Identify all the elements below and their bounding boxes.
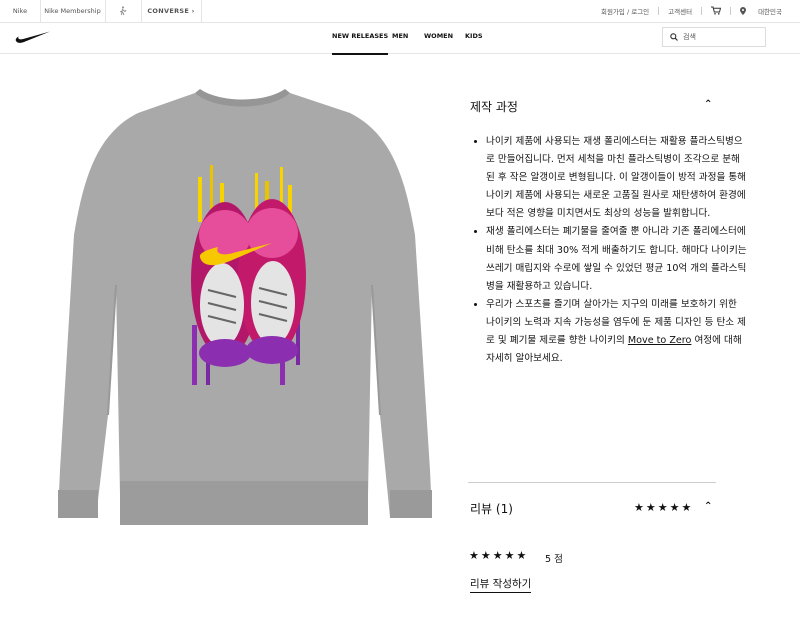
utility-bar: Nike Nike Membership CONVERSE › 회원가입 / 로… xyxy=(0,0,800,23)
move-to-zero-link[interactable]: Move to Zero xyxy=(628,335,692,346)
region-selector[interactable]: 대한민국 xyxy=(731,6,800,16)
review-rating-stars: ★★★★★ xyxy=(469,549,529,562)
converse-star-icon: › xyxy=(189,7,195,15)
reviews-header-stars: ★★★★★ xyxy=(634,501,694,514)
reviews-chevron-up-icon[interactable]: ⌃ xyxy=(704,501,712,512)
list-item: 재생 폴리에스터는 폐기물을 줄여줄 뿐 아니라 기존 폴리에스터에 비해 탄소… xyxy=(486,223,748,295)
brand-link-nike[interactable]: Nike xyxy=(0,0,41,22)
nav-kids[interactable]: KIDS xyxy=(465,22,483,53)
review-score: 5 점 xyxy=(545,554,563,565)
list-item: 나이키 제품에 사용되는 재생 폴리에스터는 재활용 플라스틱병으로 만들어집니… xyxy=(486,133,748,223)
reviews-section-title[interactable]: 리뷰 (1) xyxy=(470,500,513,517)
location-pin-icon xyxy=(740,7,747,15)
search-input[interactable]: 검색 xyxy=(662,27,766,47)
manufacturing-bullets: 나이키 제품에 사용되는 재생 폴리에스터는 재활용 플라스틱병으로 만들어집니… xyxy=(468,133,748,368)
divider xyxy=(468,482,716,483)
nike-swoosh-logo[interactable] xyxy=(15,30,51,44)
search-icon xyxy=(670,33,678,41)
list-item: 우리가 스포츠를 즐기며 살아가는 지구의 미래를 보호하기 위한 나이키의 노… xyxy=(486,296,748,368)
nav-women[interactable]: WOMEN xyxy=(424,22,453,53)
join-login-link[interactable]: 회원가입 / 로그인 xyxy=(592,6,658,16)
main-navigation: NEW RELEASES MEN WOMEN KIDS 검색 xyxy=(0,22,800,55)
utility-links: 회원가입 / 로그인 고객센터 대한민국 xyxy=(592,0,800,22)
nav-men[interactable]: MEN xyxy=(392,22,408,53)
customer-service-link[interactable]: 고객센터 xyxy=(659,6,701,16)
cart-icon[interactable] xyxy=(702,6,730,17)
jordan-icon xyxy=(119,6,127,16)
brand-link-jordan[interactable] xyxy=(105,0,142,22)
section-title-manufacturing: 제작 과정 xyxy=(470,100,518,114)
product-image-sweatshirt xyxy=(58,89,432,525)
write-review-link[interactable]: 리뷰 작성하기 xyxy=(470,576,532,593)
brand-link-converse[interactable]: CONVERSE › xyxy=(141,0,202,22)
brand-link-membership[interactable]: Nike Membership xyxy=(40,0,106,22)
chevron-up-icon[interactable]: ⌃ xyxy=(704,99,712,110)
nav-new-releases[interactable]: NEW RELEASES xyxy=(332,22,389,55)
